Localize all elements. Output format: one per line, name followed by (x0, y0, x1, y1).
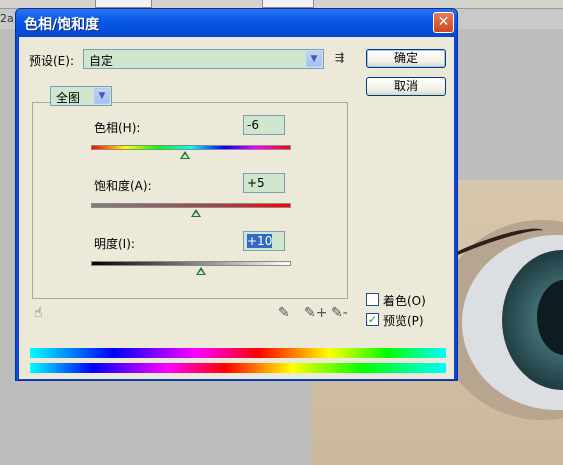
hue-label: 色相(H): (94, 121, 141, 135)
lightness-label: 明度(I): (94, 237, 135, 251)
toolbar-field[interactable] (95, 0, 152, 8)
chevron-down-icon: ▼ (306, 51, 322, 67)
preview-checkbox[interactable]: ✓ (366, 313, 379, 326)
cancel-button[interactable]: 取消 (366, 77, 446, 96)
lightness-value: +10 (247, 234, 273, 248)
toolbar-field[interactable] (262, 0, 314, 8)
close-button[interactable]: ✕ (433, 12, 454, 33)
saturation-label: 饱和度(A): (94, 179, 152, 193)
adjustment-group (32, 102, 348, 299)
channel-value: 全图 (56, 91, 81, 105)
close-icon: ✕ (437, 14, 450, 30)
lightness-slider-thumb[interactable] (196, 267, 206, 275)
eyedropper-plus-icon[interactable]: ✎+ (304, 305, 327, 321)
eyedropper-minus-icon[interactable]: ✎- (331, 305, 348, 321)
preset-value: 自定 (89, 54, 114, 68)
dialog-title: 色相/饱和度 (24, 17, 100, 33)
colorize-label[interactable]: 着色(O) (383, 292, 426, 309)
eyedropper-icon[interactable]: ✎ (278, 305, 290, 321)
preset-menu-icon[interactable]: ⇶ (335, 51, 344, 64)
hue-slider[interactable] (91, 145, 291, 150)
lightness-slider[interactable] (91, 261, 291, 266)
saturation-input[interactable]: +5 (243, 173, 285, 193)
saturation-slider[interactable] (91, 203, 291, 208)
colorize-checkbox[interactable] (366, 293, 379, 306)
channel-select[interactable]: 全图 ▼ (50, 86, 112, 106)
hue-input[interactable]: -6 (243, 115, 285, 135)
preset-select[interactable]: 自定 ▼ (83, 49, 324, 69)
hue-saturation-dialog: 色相/饱和度 ✕ 预设(E): 自定 ▼ ⇶ 确定 取消 全图 ▼ 色相(H):… (15, 8, 458, 381)
ok-button[interactable]: 确定 (366, 49, 446, 68)
saturation-slider-thumb[interactable] (191, 209, 201, 217)
preview-label[interactable]: 预览(P) (383, 312, 424, 329)
result-color-bar (30, 363, 446, 373)
document-tab-label[interactable]: 2a (0, 12, 14, 25)
titlebar[interactable]: 色相/饱和度 ✕ (16, 9, 457, 37)
hand-adjust-icon[interactable]: ☝ (34, 305, 43, 321)
check-icon: ✓ (367, 313, 378, 326)
chevron-down-icon: ▼ (94, 88, 110, 104)
lightness-input[interactable]: +10 (243, 231, 285, 251)
hue-slider-thumb[interactable] (180, 151, 190, 159)
source-color-bar (30, 348, 446, 358)
dialog-body: 预设(E): 自定 ▼ ⇶ 确定 取消 全图 ▼ 色相(H): -6 饱和度(A… (19, 37, 454, 379)
preset-label: 预设(E): (29, 54, 74, 68)
